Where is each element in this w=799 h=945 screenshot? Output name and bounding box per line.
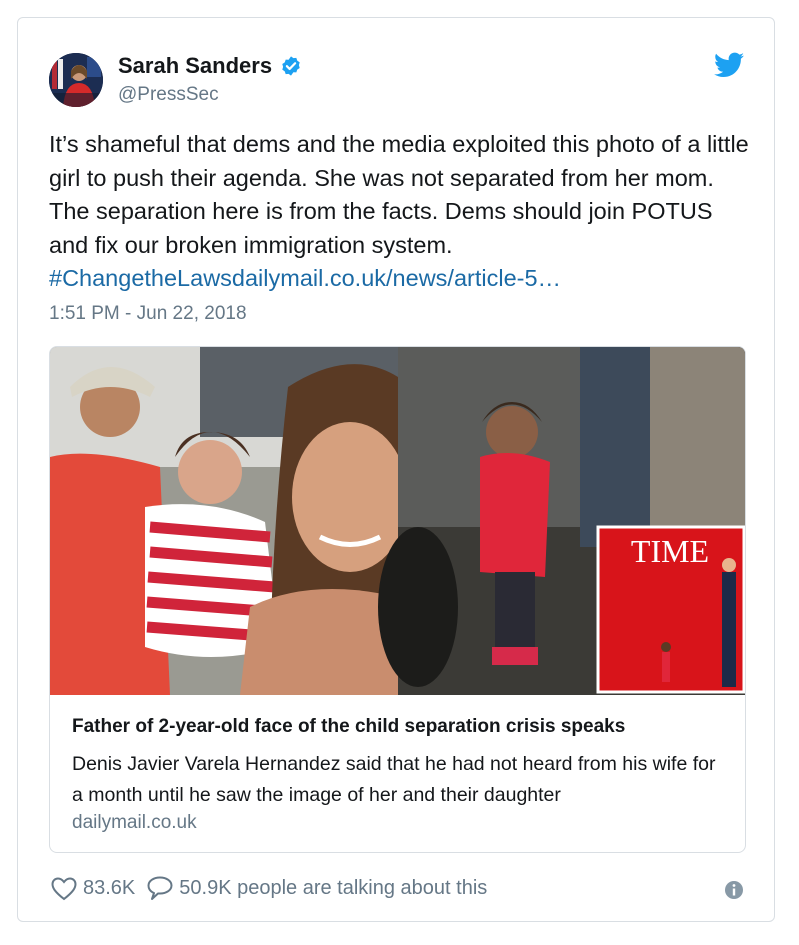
like-count: 83.6K bbox=[83, 877, 136, 899]
card-image: TIME bbox=[50, 347, 745, 695]
tweet-footer: 83.6K 50.9K people are talking about thi… bbox=[51, 876, 487, 901]
card-description: Denis Javier Varela Hernandez said that … bbox=[72, 753, 716, 806]
info-icon[interactable] bbox=[724, 880, 744, 900]
author-name-row[interactable]: Sarah Sanders bbox=[118, 53, 302, 79]
card-title[interactable]: Father of 2-year-old face of the child s… bbox=[72, 716, 625, 738]
verified-badge-icon bbox=[282, 56, 300, 76]
like-action[interactable]: 83.6K bbox=[51, 876, 136, 901]
author-display-name[interactable]: Sarah Sanders bbox=[118, 53, 272, 79]
talking-count: 50.9K people are talking about this bbox=[179, 877, 488, 899]
talking-action[interactable]: 50.9K people are talking about this bbox=[147, 876, 487, 901]
author-handle[interactable]: @PressSec bbox=[118, 84, 219, 106]
avatar[interactable] bbox=[49, 53, 103, 107]
tweet-timestamp[interactable]: 1:51 PM - Jun 22, 2018 bbox=[49, 303, 247, 325]
tweet-text: It’s shameful that dems and the media ex… bbox=[49, 128, 749, 296]
card-domain: dailymail.co.uk bbox=[72, 812, 197, 833]
tweet-body: It’s shameful that dems and the media ex… bbox=[49, 131, 749, 258]
tweet-link[interactable]: #ChangetheLawsdailymail.co.uk/news/artic… bbox=[49, 262, 749, 296]
heart-icon[interactable] bbox=[51, 876, 77, 901]
speech-bubble-icon[interactable] bbox=[147, 876, 173, 901]
time-logo: TIME bbox=[631, 533, 709, 569]
link-preview-card[interactable]: TIME Father of 2-year-old face of the ch… bbox=[49, 346, 746, 853]
tweet-embed-card: Sarah Sanders @PressSec It’s shameful th… bbox=[17, 17, 775, 922]
twitter-bird-icon[interactable] bbox=[714, 52, 744, 78]
